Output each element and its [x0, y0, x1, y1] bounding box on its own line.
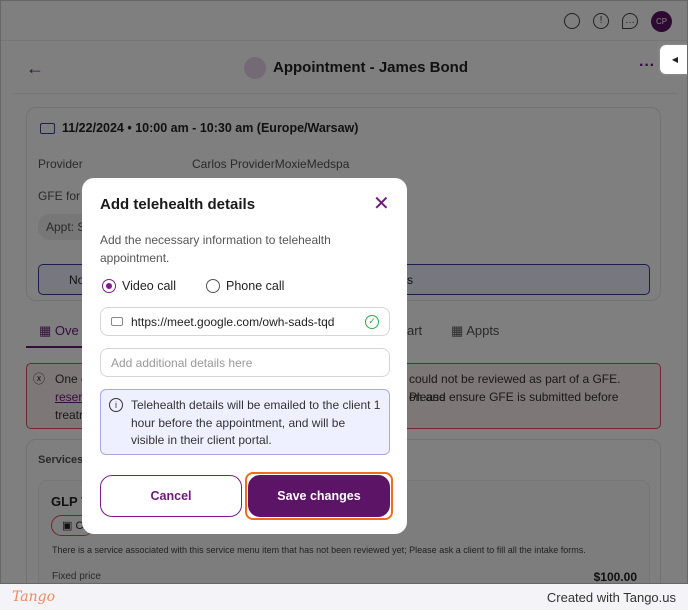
radio-unselected-icon[interactable] [206, 279, 220, 293]
meeting-url-input[interactable]: https://meet.google.com/owh-sads-tqd ✓ [100, 307, 390, 336]
video-icon [111, 317, 123, 326]
modal-description: Add the necessary information to telehea… [100, 233, 331, 265]
save-changes-button[interactable]: Save changes [248, 475, 390, 517]
credit-text: Created with Tango.us [546, 589, 676, 605]
tango-logo: Tango [12, 589, 56, 605]
radio-video-call[interactable]: Video call [102, 279, 176, 293]
collapse-panel-button[interactable]: ◀ [660, 45, 687, 74]
additional-details-input[interactable]: Add additional details here [100, 348, 390, 377]
modal-title: Add telehealth details [100, 196, 256, 213]
info-icon: i [109, 398, 123, 412]
telehealth-info-box: i Telehealth details will be emailed to … [100, 389, 390, 455]
radio-phone-call[interactable]: Phone call [206, 279, 284, 293]
radio-selected-icon[interactable] [102, 279, 116, 293]
valid-check-icon: ✓ [365, 314, 379, 329]
telehealth-modal: Add telehealth details ✕ Add the necessa… [82, 178, 407, 534]
cancel-button[interactable]: Cancel [100, 475, 242, 517]
close-icon[interactable]: ✕ [373, 194, 390, 214]
tango-footer: Tango Created with Tango.us [0, 584, 688, 610]
